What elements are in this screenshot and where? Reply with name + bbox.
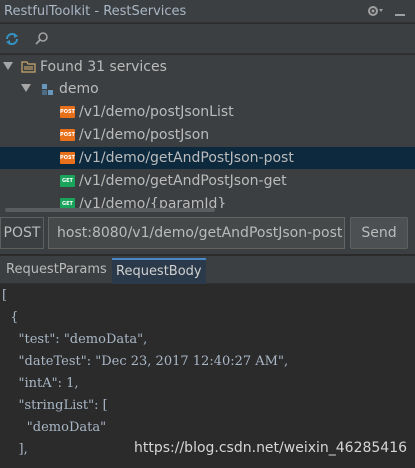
- post-method-icon: POST: [60, 106, 75, 118]
- method-select[interactable]: POST: [0, 217, 44, 249]
- service-item[interactable]: GET /v1/demo/getAndPostJson-get: [0, 170, 415, 192]
- watermark-text: https://blog.csdn.net/weixin_46285416: [134, 440, 408, 456]
- expand-arrow-icon[interactable]: [21, 84, 31, 92]
- tree-module-demo[interactable]: demo: [0, 78, 415, 100]
- post-method-icon: POST: [60, 129, 75, 141]
- request-bar: POST host:8080/v1/demo/getAndPostJson-po…: [0, 213, 415, 254]
- services-tree: Found 31 services demo POST /v1/demo/pos…: [0, 55, 415, 210]
- body-line: "intA": 1,: [2, 376, 79, 391]
- body-line: "dateTest": "Dec 23, 2017 12:40:27 AM",: [2, 354, 289, 369]
- service-path: /v1/demo/postJsonList: [79, 104, 234, 120]
- tree-root[interactable]: Found 31 services: [0, 56, 415, 78]
- tree-root-label: Found 31 services: [40, 59, 167, 75]
- body-line: [: [2, 288, 8, 303]
- tab-request-body[interactable]: RequestBody: [112, 258, 206, 284]
- service-item[interactable]: POST /v1/demo/postJson: [0, 124, 415, 146]
- get-method-icon: GET: [60, 175, 75, 187]
- title-bar: RestfulToolkit - RestServices: [0, 0, 415, 23]
- minimize-icon[interactable]: [392, 3, 408, 19]
- search-icon[interactable]: [32, 29, 52, 49]
- post-method-icon: POST: [60, 152, 75, 164]
- scrollbar-thumb[interactable]: [5, 208, 215, 212]
- service-item-selected[interactable]: POST /v1/demo/getAndPostJson-post: [0, 147, 415, 169]
- refresh-icon[interactable]: [2, 29, 22, 49]
- toolbar: [0, 24, 415, 54]
- request-tabs: RequestParams RequestBody: [0, 256, 415, 284]
- url-input[interactable]: host:8080/v1/demo/getAndPostJson-post: [48, 217, 345, 249]
- window-title: RestfulToolkit - RestServices: [4, 4, 187, 19]
- body-line: "test": "demoData",: [2, 332, 148, 347]
- tree-module-label: demo: [59, 81, 99, 97]
- service-path: /v1/demo/getAndPostJson-post: [79, 150, 294, 166]
- module-icon: [41, 83, 55, 97]
- body-line: {: [2, 310, 19, 325]
- expand-arrow-icon[interactable]: [3, 62, 13, 70]
- gear-icon[interactable]: [366, 3, 386, 19]
- service-path: /v1/demo/postJson: [79, 127, 210, 143]
- body-line: "demoData": [2, 420, 107, 435]
- folder-icon: [21, 60, 36, 73]
- tab-request-params[interactable]: RequestParams: [2, 258, 111, 284]
- service-item[interactable]: POST /v1/demo/postJsonList: [0, 101, 415, 123]
- body-line: ],: [2, 442, 28, 457]
- body-line: "stringList": [: [2, 398, 108, 413]
- service-path: /v1/demo/getAndPostJson-get: [79, 173, 287, 189]
- send-button[interactable]: Send: [350, 217, 408, 249]
